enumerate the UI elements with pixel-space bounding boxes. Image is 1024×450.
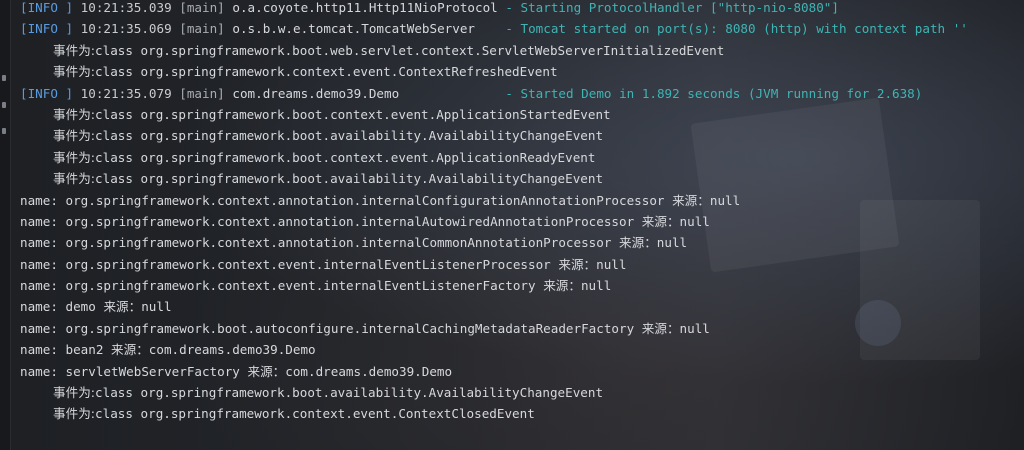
bean-name: demo (65, 299, 96, 315)
log-line: name: org.springframework.boot.autoconfi… (20, 318, 1020, 339)
log-line: 事件为:class org.springframework.boot.avail… (20, 125, 1020, 146)
event-class: class org.springframework.boot.availabil… (95, 385, 604, 401)
log-line: 事件为:class org.springframework.boot.avail… (20, 168, 1020, 189)
event-label: 事件为: (53, 128, 96, 144)
bean-source-label: 来源： (641, 320, 680, 336)
bean-name: org.springframework.context.event.intern… (65, 256, 551, 272)
log-line: 事件为:class org.springframework.boot.conte… (20, 104, 1020, 125)
bean-name: org.springframework.boot.autoconfigure.i… (65, 320, 635, 336)
log-line: 事件为:class org.springframework.context.ev… (20, 403, 1020, 424)
bean-source-label: 来源： (641, 213, 680, 229)
event-class: class org.springframework.boot.context.e… (95, 106, 611, 122)
event-label: 事件为: (53, 385, 96, 401)
bean-name-prefix: name: (20, 256, 66, 272)
bean-source-label: 来源： (103, 299, 142, 315)
bean-source-label: 来源： (247, 363, 286, 379)
log-line: name: org.springframework.context.annota… (20, 190, 1020, 211)
bean-source: null (709, 192, 741, 208)
log-line: [INFO ] 10:21:35.069 [main] o.s.b.w.e.to… (20, 18, 1020, 39)
console-output[interactable]: [INFO ] 10:21:35.039 [main] o.a.coyote.h… (0, 0, 1024, 450)
bean-source-label: 来源： (619, 235, 657, 251)
gutter-marker-icon (2, 102, 6, 108)
bean-source: null (596, 256, 627, 272)
bean-name-prefix: name: (20, 320, 66, 336)
event-label: 事件为: (53, 406, 96, 422)
log-level: [INFO ] (20, 85, 74, 101)
event-class: class org.springframework.context.event.… (95, 64, 558, 80)
log-line: name: demo 来源：null (20, 296, 1020, 317)
event-label: 事件为: (53, 106, 96, 122)
log-timestamp: 10:21:35.079 (80, 85, 172, 101)
log-area[interactable]: [INFO ] 10:21:35.039 [main] o.a.coyote.h… (20, 0, 1020, 450)
event-class: class org.springframework.context.event.… (95, 406, 535, 422)
log-line: 事件为:class org.springframework.context.ev… (20, 61, 1020, 82)
bean-name-prefix: name: (20, 235, 66, 251)
bean-name-prefix: name: (20, 278, 66, 294)
bean-name-prefix: name: (20, 213, 66, 229)
log-separator: - (505, 0, 521, 15)
log-separator: - (505, 21, 521, 37)
log-thread: [main] (179, 85, 225, 101)
log-timestamp: 10:21:35.039 (80, 0, 172, 15)
bean-source-label: 来源： (111, 342, 149, 358)
event-label: 事件为: (53, 171, 96, 187)
log-line: 事件为:class org.springframework.boot.web.s… (20, 40, 1020, 61)
bean-name: bean2 (65, 342, 104, 358)
gutter-marker-icon (2, 128, 6, 134)
bean-name: org.springframework.context.annotation.i… (65, 213, 635, 229)
log-line: name: org.springframework.context.annota… (20, 211, 1020, 232)
bean-source: com.dreams.demo39.Demo (148, 342, 316, 358)
bean-name: org.springframework.context.annotation.i… (65, 235, 612, 251)
log-logger: o.a.coyote.http11.Http11NioProtocol (232, 0, 498, 15)
log-logger: o.s.b.w.e.tomcat.TomcatWebServer (232, 21, 475, 37)
bean-source-label: 来源： (543, 278, 581, 294)
bean-name: servletWebServerFactory (65, 363, 240, 379)
log-separator: - (505, 85, 521, 101)
event-label: 事件为: (53, 42, 96, 58)
bean-name: org.springframework.context.annotation.i… (65, 192, 665, 208)
bean-source-label: 来源： (558, 256, 597, 272)
log-thread: [main] (179, 21, 225, 37)
bean-source: com.dreams.demo39.Demo (285, 363, 453, 379)
log-thread: [main] (179, 0, 225, 15)
bean-name-prefix: name: (20, 299, 66, 315)
bean-name: org.springframework.context.event.intern… (65, 278, 536, 294)
log-message: Tomcat started on port(s): 8080 (http) w… (520, 21, 968, 37)
log-line: 事件为:class org.springframework.boot.conte… (20, 147, 1020, 168)
bean-source: null (580, 278, 612, 294)
log-message: Starting ProtocolHandler ["http-nio-8080… (520, 0, 839, 15)
log-timestamp: 10:21:35.069 (80, 21, 172, 37)
log-line: name: org.springframework.context.annota… (20, 232, 1020, 253)
event-label: 事件为: (53, 149, 96, 165)
editor-gutter (0, 0, 11, 450)
bean-name-prefix: name: (20, 363, 66, 379)
log-line: name: bean2 来源：com.dreams.demo39.Demo (20, 339, 1020, 360)
log-message: Started Demo in 1.892 seconds (JVM runni… (520, 85, 923, 101)
bean-source: null (656, 235, 688, 251)
event-class: class org.springframework.boot.web.servl… (95, 42, 725, 58)
bean-name-prefix: name: (20, 342, 66, 358)
event-class: class org.springframework.boot.availabil… (95, 128, 604, 144)
bean-source-label: 来源： (672, 192, 710, 208)
log-logger: com.dreams.demo39.Demo (232, 85, 400, 101)
gutter-marker-icon (2, 75, 6, 81)
event-label: 事件为: (53, 64, 96, 80)
event-class: class org.springframework.boot.context.e… (95, 149, 596, 165)
log-line: [INFO ] 10:21:35.079 [main] com.dreams.d… (20, 83, 1020, 104)
bean-name-prefix: name: (20, 192, 66, 208)
log-line: name: org.springframework.context.event.… (20, 275, 1020, 296)
event-class: class org.springframework.boot.availabil… (95, 171, 604, 187)
log-line: [INFO ] 10:21:35.039 [main] o.a.coyote.h… (20, 0, 1020, 18)
bean-source: null (679, 213, 710, 229)
bean-source: null (679, 320, 710, 336)
bean-source: null (141, 299, 172, 315)
log-level: [INFO ] (20, 21, 74, 37)
log-line: name: org.springframework.context.event.… (20, 254, 1020, 275)
log-level: [INFO ] (20, 0, 74, 15)
log-line: 事件为:class org.springframework.boot.avail… (20, 382, 1020, 403)
log-line: name: servletWebServerFactory 来源：com.dre… (20, 361, 1020, 382)
